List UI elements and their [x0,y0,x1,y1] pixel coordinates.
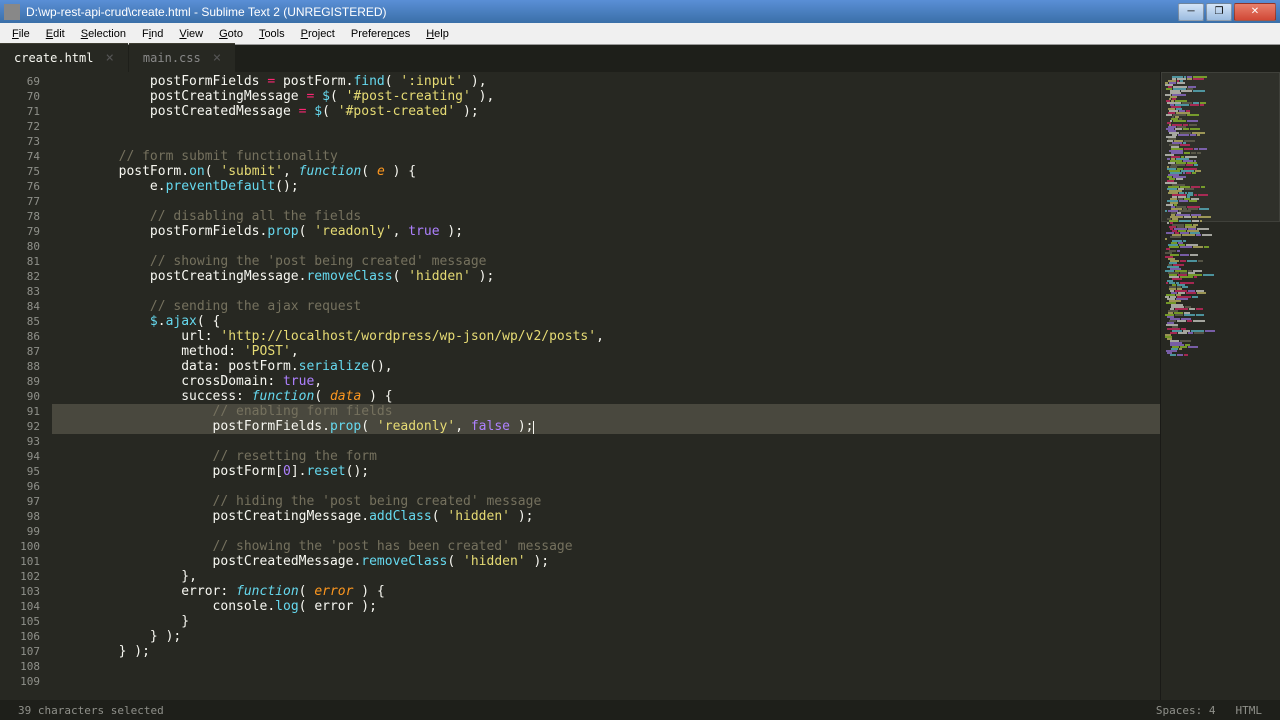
menu-goto[interactable]: Goto [211,25,251,43]
workspace: 6970717273747576777879808182838485868788… [0,72,1280,700]
editor[interactable]: 6970717273747576777879808182838485868788… [0,72,1160,700]
window-title: D:\wp-rest-api-crud\create.html - Sublim… [26,5,1178,19]
tab-label: main.css [143,51,201,65]
menu-tools[interactable]: Tools [251,25,293,43]
menu-find[interactable]: Find [134,25,171,43]
menu-help[interactable]: Help [418,25,457,43]
close-button[interactable]: ✕ [1234,3,1276,21]
code-area[interactable]: postFormFields = postForm.find( ':input'… [52,72,1160,700]
status-spaces[interactable]: Spaces: 4 [1146,704,1226,717]
gutter: 6970717273747576777879808182838485868788… [0,72,52,700]
tab-create-html[interactable]: create.html × [0,43,128,72]
menu-view[interactable]: View [171,25,211,43]
status-selection: 39 characters selected [8,704,174,717]
tab-close-icon[interactable]: × [213,50,221,66]
status-syntax[interactable]: HTML [1226,704,1273,717]
tab-close-icon[interactable]: × [105,50,113,66]
statusbar: 39 characters selected Spaces: 4 HTML [0,700,1280,720]
window-buttons: ─ ❐ ✕ [1178,3,1276,21]
tab-label: create.html [14,51,93,65]
tab-main-css[interactable]: main.css × [129,43,235,72]
menu-file[interactable]: File [4,25,38,43]
menu-preferences[interactable]: Preferences [343,25,418,43]
minimap[interactable] [1160,72,1280,700]
window-titlebar: D:\wp-rest-api-crud\create.html - Sublim… [0,0,1280,23]
menu-edit[interactable]: Edit [38,25,73,43]
app-icon [4,4,20,20]
menubar: File Edit Selection Find View Goto Tools… [0,23,1280,45]
maximize-button[interactable]: ❐ [1206,3,1232,21]
menu-project[interactable]: Project [293,25,343,43]
tabbar: create.html × main.css × [0,45,1280,72]
menu-selection[interactable]: Selection [73,25,134,43]
minimize-button[interactable]: ─ [1178,3,1204,21]
